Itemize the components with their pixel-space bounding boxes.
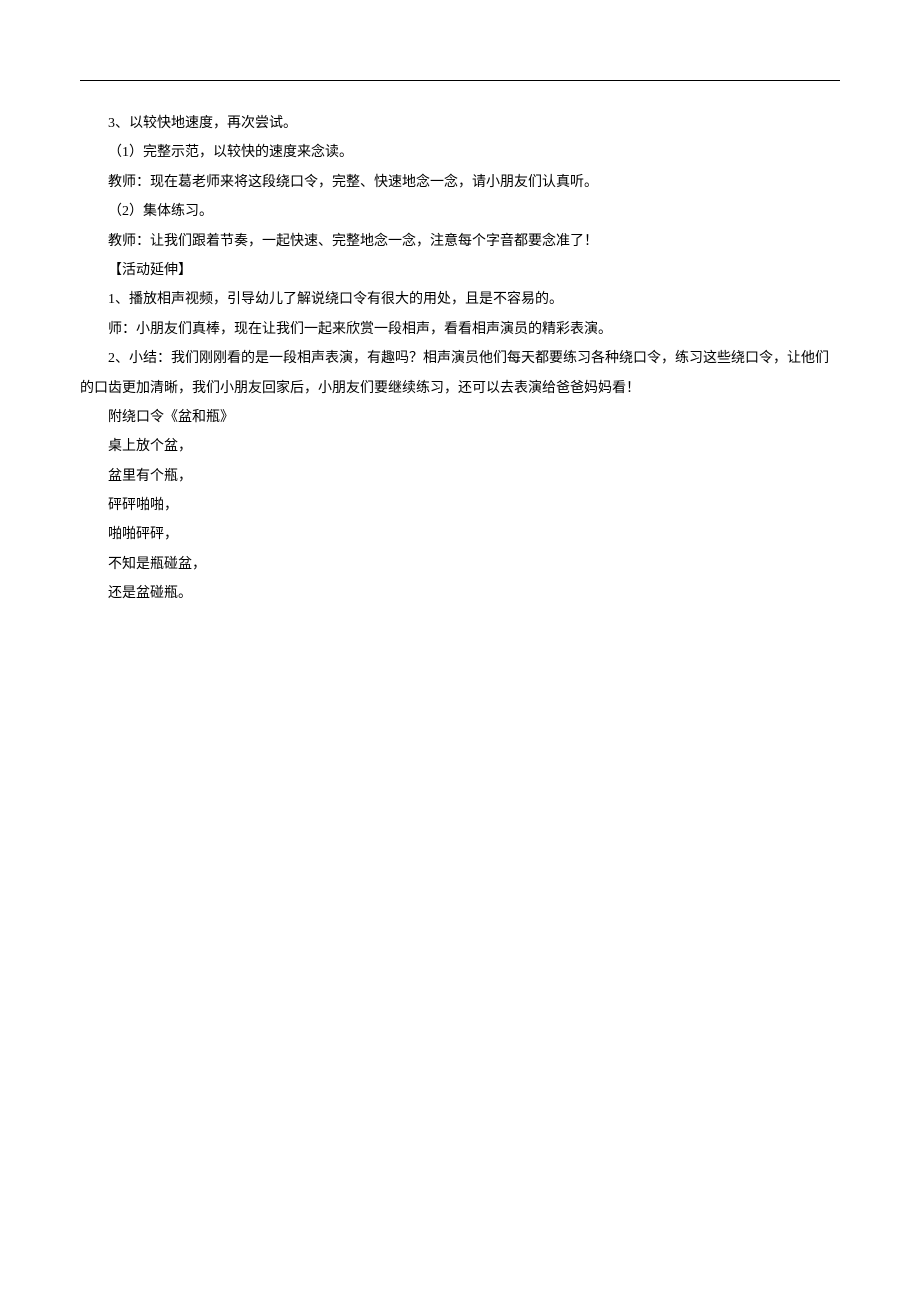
body-line: 教师：让我们跟着节奏，一起快速、完整地念一念，注意每个字音都要念准了！ (80, 227, 840, 256)
body-line: 2、小结：我们刚刚看的是一段相声表演，有趣吗？相声演员他们每天都要练习各种绕口令… (80, 344, 840, 403)
body-line: 教师：现在葛老师来将这段绕口令，完整、快速地念一念，请小朋友们认真听。 (80, 168, 840, 197)
body-line: 不知是瓶碰盆， (80, 550, 840, 579)
body-line: 还是盆碰瓶。 (80, 579, 840, 608)
body-line: 附绕口令《盆和瓶》 (80, 403, 840, 432)
body-line: 【活动延伸】 (80, 256, 840, 285)
body-line: （1）完整示范，以较快的速度来念读。 (80, 138, 840, 167)
body-line: 啪啪砰砰， (80, 520, 840, 549)
document-body: 3、以较快地速度，再次尝试。 （1）完整示范，以较快的速度来念读。 教师：现在葛… (80, 109, 840, 609)
body-line: 盆里有个瓶， (80, 462, 840, 491)
body-line: 3、以较快地速度，再次尝试。 (80, 109, 840, 138)
body-line: 砰砰啪啪， (80, 491, 840, 520)
body-line: 桌上放个盆， (80, 432, 840, 461)
body-line: 师：小朋友们真棒，现在让我们一起来欣赏一段相声，看看相声演员的精彩表演。 (80, 315, 840, 344)
divider (80, 80, 840, 81)
body-line: （2）集体练习。 (80, 197, 840, 226)
body-line: 1、播放相声视频，引导幼儿了解说绕口令有很大的用处，且是不容易的。 (80, 285, 840, 314)
